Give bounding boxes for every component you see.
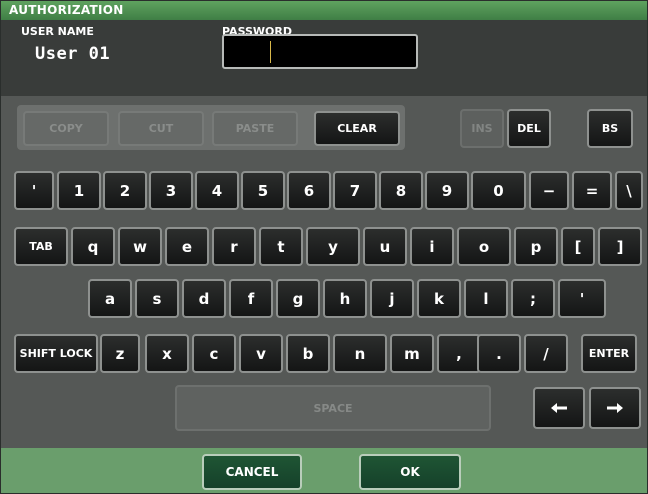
key-n[interactable]: n bbox=[333, 334, 387, 373]
key-f[interactable]: f bbox=[229, 279, 273, 318]
cancel-button[interactable]: CANCEL bbox=[202, 454, 302, 490]
key-e[interactable]: e bbox=[165, 227, 209, 266]
bs-button[interactable]: BS bbox=[587, 109, 633, 148]
key-b[interactable]: b bbox=[286, 334, 330, 373]
clear-button[interactable]: CLEAR bbox=[314, 111, 400, 146]
key-p[interactable]: p bbox=[514, 227, 558, 266]
space-key[interactable]: SPACE bbox=[175, 385, 491, 431]
copy-button[interactable]: COPY bbox=[23, 111, 109, 146]
key-5[interactable]: 5 bbox=[241, 171, 285, 210]
arrow-left-key[interactable] bbox=[533, 387, 585, 429]
authorization-dialog: AUTHORIZATION USER NAME User 01 PASSWORD… bbox=[0, 0, 648, 494]
key-v[interactable]: v bbox=[239, 334, 283, 373]
key-8[interactable]: 8 bbox=[379, 171, 423, 210]
ins-button[interactable]: INS bbox=[460, 109, 504, 148]
paste-button[interactable]: PASTE bbox=[212, 111, 298, 146]
key-equals[interactable]: = bbox=[572, 171, 612, 210]
key-shift-lock[interactable]: SHIFT LOCK bbox=[14, 334, 98, 373]
key-t[interactable]: t bbox=[259, 227, 303, 266]
key-u[interactable]: u bbox=[363, 227, 407, 266]
key-enter[interactable]: ENTER bbox=[581, 334, 637, 373]
cut-button[interactable]: CUT bbox=[118, 111, 204, 146]
key-3[interactable]: 3 bbox=[149, 171, 193, 210]
arrow-right-icon bbox=[607, 403, 623, 413]
ok-button[interactable]: OK bbox=[359, 454, 461, 490]
arrow-right-key[interactable] bbox=[589, 387, 641, 429]
key-0[interactable]: 0 bbox=[471, 171, 526, 210]
key-tab[interactable]: TAB bbox=[14, 227, 68, 266]
key-comma[interactable]: , bbox=[437, 334, 481, 373]
key-m[interactable]: m bbox=[390, 334, 434, 373]
key-semicolon[interactable]: ; bbox=[511, 279, 555, 318]
key-a[interactable]: a bbox=[88, 279, 132, 318]
key-period[interactable]: . bbox=[477, 334, 521, 373]
key-9[interactable]: 9 bbox=[425, 171, 469, 210]
key-y[interactable]: y bbox=[306, 227, 360, 266]
key-w[interactable]: w bbox=[118, 227, 162, 266]
key-d[interactable]: d bbox=[182, 279, 226, 318]
key-backslash[interactable]: \ bbox=[615, 171, 643, 210]
key-s[interactable]: s bbox=[135, 279, 179, 318]
key-slash[interactable]: / bbox=[524, 334, 568, 373]
user-name-label: USER NAME bbox=[21, 25, 94, 38]
key-4[interactable]: 4 bbox=[195, 171, 239, 210]
key-x[interactable]: x bbox=[145, 334, 189, 373]
key-l[interactable]: l bbox=[464, 279, 508, 318]
text-cursor bbox=[270, 41, 271, 63]
key-o[interactable]: o bbox=[457, 227, 511, 266]
dialog-footer bbox=[1, 448, 647, 493]
key-7[interactable]: 7 bbox=[333, 171, 377, 210]
key-2[interactable]: 2 bbox=[103, 171, 147, 210]
key-i[interactable]: i bbox=[410, 227, 454, 266]
password-field[interactable] bbox=[222, 34, 418, 69]
user-name-value: User 01 bbox=[35, 44, 111, 64]
key-k[interactable]: k bbox=[417, 279, 461, 318]
key-c[interactable]: c bbox=[192, 334, 236, 373]
arrow-left-icon bbox=[551, 403, 567, 413]
key-quote[interactable]: ' bbox=[14, 171, 54, 210]
key-1[interactable]: 1 bbox=[57, 171, 101, 210]
key-z[interactable]: z bbox=[100, 334, 140, 373]
key-g[interactable]: g bbox=[276, 279, 320, 318]
key-h[interactable]: h bbox=[323, 279, 367, 318]
key-minus[interactable]: − bbox=[529, 171, 569, 210]
dialog-title: AUTHORIZATION bbox=[1, 1, 647, 20]
del-button[interactable]: DEL bbox=[507, 109, 551, 148]
key-close-bracket[interactable]: ] bbox=[598, 227, 642, 266]
key-6[interactable]: 6 bbox=[287, 171, 331, 210]
key-j[interactable]: j bbox=[370, 279, 414, 318]
key-apostrophe[interactable]: ' bbox=[558, 279, 606, 318]
key-open-bracket[interactable]: [ bbox=[561, 227, 595, 266]
key-r[interactable]: r bbox=[212, 227, 256, 266]
key-q[interactable]: q bbox=[71, 227, 115, 266]
